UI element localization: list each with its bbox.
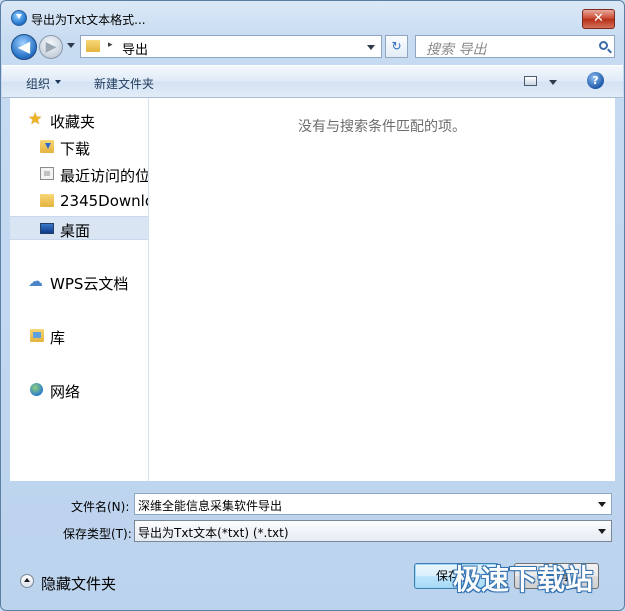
filetype-select[interactable]: 导出为Txt文本(*txt) (*.txt) bbox=[134, 520, 612, 542]
downloads-folder-icon bbox=[40, 140, 54, 153]
search-placeholder: 搜索 导出 bbox=[426, 42, 487, 58]
sidebar-item-desktop[interactable]: 桌面 bbox=[10, 216, 148, 240]
sidebar-item-label: 最近访问的位置 bbox=[60, 167, 148, 185]
filetype-label: 保存类型(T): bbox=[63, 527, 132, 541]
network-icon bbox=[30, 383, 43, 396]
forward-button[interactable]: ▶ bbox=[39, 35, 63, 59]
search-input[interactable]: 搜索 导出 bbox=[415, 35, 615, 58]
folder-icon bbox=[40, 194, 54, 207]
refresh-button[interactable]: ↻ bbox=[385, 35, 408, 58]
collapse-icon[interactable] bbox=[20, 574, 34, 588]
filetype-value: 导出为Txt文本(*txt) (*.txt) bbox=[138, 526, 289, 540]
watermark-logo: 极速下载站 bbox=[453, 563, 594, 596]
cloud-icon: ☁ bbox=[28, 272, 43, 290]
star-icon: ★ bbox=[28, 109, 43, 128]
filename-value: 深维全能信息采集软件导出 bbox=[138, 499, 283, 513]
chevron-down-icon[interactable] bbox=[598, 529, 606, 534]
sidebar-item-libraries[interactable]: 库 bbox=[10, 324, 148, 348]
breadcrumb-separator-icon[interactable]: ▸ bbox=[108, 40, 113, 50]
file-list[interactable]: 没有与搜索条件匹配的项。 bbox=[149, 98, 615, 481]
filename-field[interactable]: 深维全能信息采集软件导出 bbox=[134, 493, 612, 515]
sidebar-item-label: WPS云文档 bbox=[50, 275, 129, 293]
organize-menu[interactable]: 组织 bbox=[26, 75, 62, 92]
window-title: 导出为Txt文本格式... bbox=[31, 13, 146, 27]
address-dropdown-icon[interactable] bbox=[367, 45, 375, 50]
recent-locations-dropdown[interactable] bbox=[67, 43, 75, 48]
chevron-down-icon[interactable] bbox=[598, 502, 606, 507]
sidebar-item-2345downloads[interactable]: 2345Downloads bbox=[10, 189, 148, 213]
sidebar-item-network[interactable]: 网络 bbox=[10, 378, 148, 402]
sidebar-item-label: 桌面 bbox=[60, 222, 91, 240]
desktop-icon bbox=[40, 223, 54, 234]
sidebar-item-label: 库 bbox=[50, 329, 66, 347]
sidebar-item-favorites[interactable]: ★ 收藏夹 bbox=[10, 108, 148, 132]
app-download-icon bbox=[11, 10, 27, 26]
command-bar: 组织 新建文件夹 ? bbox=[2, 65, 623, 98]
empty-results-message: 没有与搜索条件匹配的项。 bbox=[298, 119, 466, 135]
help-icon[interactable]: ? bbox=[587, 72, 604, 89]
back-button[interactable]: ◀ bbox=[11, 34, 37, 60]
sidebar-item-label: 收藏夹 bbox=[50, 113, 96, 131]
navigation-pane: ★ 收藏夹 下载 最近访问的位置 2345Downloads 桌面 ☁ WPS云… bbox=[10, 98, 149, 481]
sidebar-item-wps-cloud[interactable]: ☁ WPS云文档 bbox=[10, 270, 148, 294]
folder-icon bbox=[86, 40, 100, 52]
address-bar[interactable]: ▸ 导出 bbox=[80, 35, 382, 58]
sidebar-item-label: 网络 bbox=[50, 383, 81, 401]
sidebar-item-downloads[interactable]: 下载 bbox=[10, 135, 148, 159]
sidebar-item-label: 2345Downloads bbox=[60, 192, 148, 210]
new-folder-button[interactable]: 新建文件夹 bbox=[94, 75, 154, 92]
search-icon[interactable] bbox=[599, 41, 608, 50]
view-dropdown-icon[interactable] bbox=[549, 80, 557, 85]
save-dialog: 导出为Txt文本格式... ✕ ◀ ▶ ▸ 导出 ↻ 搜索 导出 组织 新建文件… bbox=[0, 0, 625, 611]
library-icon bbox=[30, 329, 44, 342]
breadcrumb-current[interactable]: 导出 bbox=[122, 39, 148, 58]
hide-folders-toggle[interactable]: 隐藏文件夹 bbox=[41, 573, 116, 594]
filename-label: 文件名(N): bbox=[71, 500, 130, 514]
sidebar-item-label: 下载 bbox=[60, 140, 91, 158]
recent-places-icon bbox=[40, 167, 54, 180]
sidebar-item-recent[interactable]: 最近访问的位置 bbox=[10, 162, 148, 186]
view-options-icon[interactable] bbox=[524, 76, 537, 86]
close-button[interactable]: ✕ bbox=[582, 9, 615, 29]
